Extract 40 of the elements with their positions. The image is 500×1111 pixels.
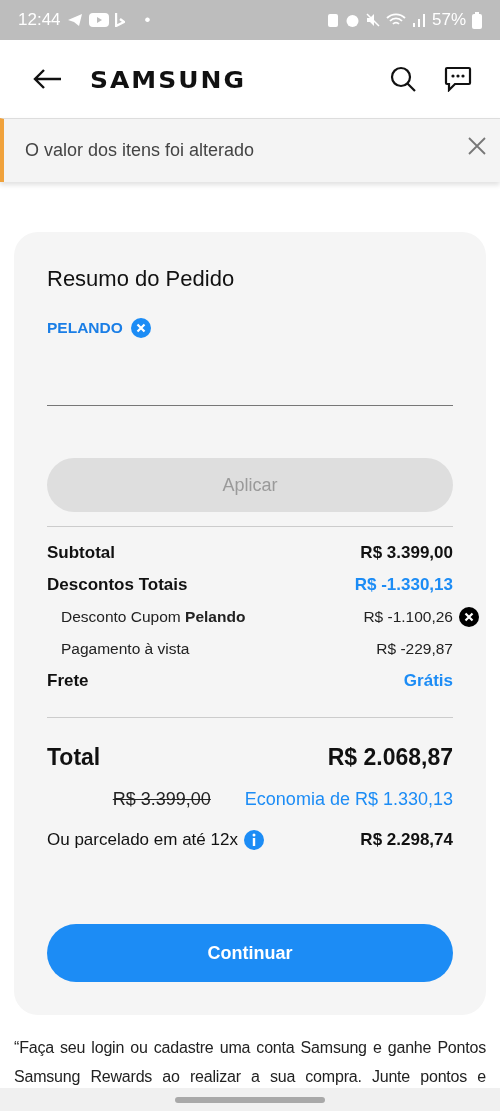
samsung-logo[interactable]: SAMSUNG [90, 65, 246, 93]
close-icon[interactable] [468, 136, 486, 155]
rewards-paragraph: “Faça seu login ou cadastre uma conta Samsung e ganhe Pontos Samsung Rewards ao realizar a sua compra. Junte pontos e [14, 1038, 486, 1087]
continue-button[interactable]: Continuar [47, 924, 453, 982]
original-price: R$ 3.399,00 [112, 788, 211, 810]
search-icon[interactable] [390, 66, 416, 92]
summary-label: Frete [47, 671, 90, 691]
chat-icon[interactable] [444, 66, 472, 92]
b-icon [114, 13, 125, 27]
total-label: Total [47, 743, 102, 771]
battery-icon [472, 11, 482, 29]
summary-label: Descontos Totais [47, 575, 189, 595]
back-arrow-icon[interactable] [32, 68, 62, 90]
play-icon [88, 13, 109, 27]
savings-text: Economia de R$ 1.330,13 [244, 788, 453, 810]
notice-text: O valor dos itens foi alterado [25, 140, 256, 161]
summary-label: Pagamento à vista [61, 640, 191, 658]
coupon-code: PELANDO [47, 319, 123, 337]
signal-icon [411, 13, 426, 27]
remove-coupon-icon[interactable] [459, 607, 479, 627]
summary-value: R$ -1.100,26 [363, 608, 453, 626]
installment-value: R$ 2.298,74 [360, 830, 453, 850]
summary-value: Grátis [403, 671, 453, 691]
alarm-icon [344, 12, 360, 28]
summary-label: Subtotal [47, 543, 116, 563]
battery-saver-icon [326, 12, 339, 28]
notification-dot: • [144, 10, 151, 30]
summary-title: Resumo do Pedido [47, 266, 236, 293]
info-icon[interactable] [243, 830, 264, 850]
summary-label: Desconto Cupom Pelando [61, 608, 247, 626]
summary-value: R$ -1.330,13 [354, 575, 453, 595]
clock-time: 12:44 [18, 10, 61, 30]
summary-value: R$ -229,87 [376, 640, 453, 658]
paper-plane-icon [66, 13, 83, 27]
total-value: R$ 2.068,87 [327, 743, 453, 771]
installment-label: Ou parcelado em até 12x [47, 830, 238, 850]
summary-value: R$ 3.399,00 [360, 543, 453, 563]
home-handle[interactable] [175, 1096, 325, 1103]
battery-percent: 57% [431, 10, 466, 30]
mute-icon [365, 13, 380, 27]
